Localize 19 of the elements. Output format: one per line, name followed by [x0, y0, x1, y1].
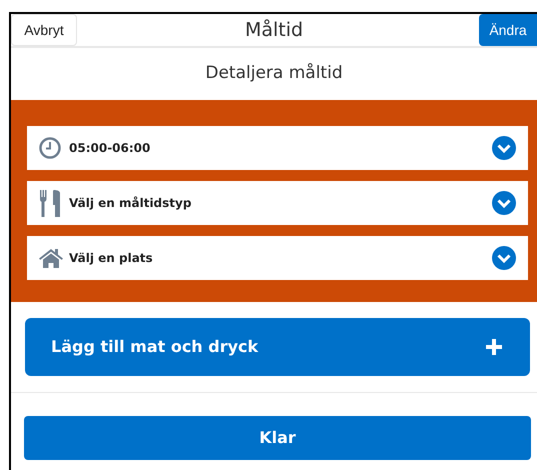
edit-button[interactable]: Ändra	[479, 14, 537, 46]
field-label: Välj en plats	[69, 250, 154, 267]
dropdown-field[interactable]: 05:00-06:00	[27, 126, 528, 170]
add-food-button[interactable]: Lägg till mat och dryck	[25, 318, 530, 376]
window-title: Måltid	[244, 18, 304, 43]
chevron-down-icon	[492, 246, 516, 270]
field-label: Välj en måltidstyp	[69, 195, 192, 212]
dropdown-field[interactable]: Välj en måltidstyp	[27, 181, 528, 225]
done-button[interactable]: Klar	[24, 416, 531, 460]
house-icon	[39, 248, 63, 268]
dropdown-field[interactable]: Välj en plats	[27, 236, 528, 280]
chevron-down-icon	[492, 191, 516, 215]
field-label: 05:00-06:00	[69, 140, 152, 157]
cancel-button[interactable]: Avbryt	[11, 14, 77, 46]
chevron-down-icon	[492, 136, 516, 160]
cutlery-icon	[39, 190, 61, 216]
clock-icon	[39, 137, 61, 159]
plus-icon	[486, 339, 502, 355]
section-title: Detaljera måltid	[205, 62, 343, 86]
